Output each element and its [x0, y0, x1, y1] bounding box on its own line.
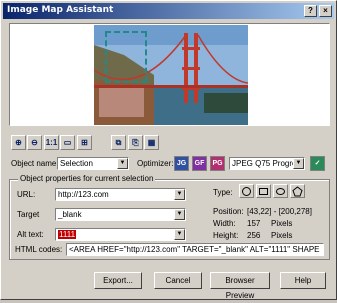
- url-label: URL:: [17, 190, 36, 199]
- width-label: Width:: [213, 219, 236, 228]
- polygon-shape-icon: [292, 186, 303, 197]
- width-value: 157: [247, 219, 261, 228]
- chevron-down-icon[interactable]: ▼: [117, 158, 128, 169]
- optimizer-value: JPEG Q75 Progre: [232, 159, 297, 168]
- position-value: [43,22] - [200,278]: [247, 207, 312, 216]
- help-button[interactable]: Help: [280, 272, 326, 289]
- fit-window-icon[interactable]: ▭: [60, 135, 75, 150]
- help-title-button[interactable]: ?: [304, 5, 317, 17]
- gif-optimizer-icon[interactable]: GF: [192, 156, 207, 171]
- shape-rect-button[interactable]: [256, 184, 271, 198]
- grid-icon[interactable]: ▦: [144, 135, 159, 150]
- circle-shape-icon: [242, 187, 251, 196]
- rectangle-shape-icon: [259, 188, 268, 195]
- target-value: _blank: [58, 210, 82, 219]
- html-codes-value: <AREA HREF="http://123.com" TARGET="_bla…: [69, 245, 320, 254]
- chevron-down-icon[interactable]: ▼: [174, 189, 185, 200]
- crop-icon[interactable]: ⊞: [77, 135, 92, 150]
- chevron-down-icon[interactable]: ▼: [293, 158, 304, 169]
- jpeg-optimizer-icon[interactable]: JG: [174, 156, 189, 171]
- close-button[interactable]: ×: [319, 5, 332, 17]
- window-title: Image Map Assistant: [7, 5, 114, 15]
- bridge-photo: [94, 25, 248, 125]
- alt-text-label: Alt text:: [17, 230, 44, 239]
- html-codes-label: HTML codes:: [15, 245, 63, 254]
- object-name-select[interactable]: Selection ▼: [57, 157, 129, 170]
- height-value: 256: [247, 231, 261, 240]
- shape-ellipse-button[interactable]: [273, 184, 288, 198]
- type-label: Type:: [213, 188, 233, 197]
- selection-area[interactable]: [105, 31, 147, 83]
- zoom-in-icon[interactable]: ⊕: [11, 135, 26, 150]
- url-input[interactable]: http://123.com ▼: [55, 188, 186, 201]
- height-unit: Pixels: [271, 231, 293, 240]
- url-value: http://123.com: [58, 190, 109, 199]
- copy-icon[interactable]: ⧉: [111, 135, 126, 150]
- png-optimizer-icon[interactable]: PG: [210, 156, 225, 171]
- browser-preview-button[interactable]: Browser Preview: [210, 272, 270, 300]
- export-button[interactable]: Export...: [94, 272, 142, 289]
- position-label: Position:: [213, 207, 244, 216]
- cancel-button[interactable]: Cancel: [154, 272, 202, 289]
- height-label: Height:: [213, 231, 239, 240]
- image-preview[interactable]: [9, 23, 330, 126]
- width-unit: Pixels: [271, 219, 293, 228]
- title-bar: Image Map Assistant ? ×: [3, 3, 334, 19]
- image-map-dialog: Image Map Assistant ? × ⊕ ⊖ 1:1 ▭ ⊞ ⧉ ⎘ …: [0, 0, 337, 300]
- group-title: Object properties for current selection: [18, 174, 156, 183]
- object-name-value: Selection: [60, 159, 93, 168]
- zoom-out-icon[interactable]: ⊖: [27, 135, 42, 150]
- html-codes-field[interactable]: <AREA HREF="http://123.com" TARGET="_bla…: [66, 243, 324, 256]
- chevron-down-icon[interactable]: ▼: [174, 209, 185, 220]
- actual-size-button[interactable]: 1:1: [44, 135, 59, 150]
- object-name-label: Object name:: [11, 159, 59, 168]
- shape-polygon-button[interactable]: [290, 184, 305, 198]
- target-label: Target: [17, 210, 40, 219]
- optimizer-select[interactable]: JPEG Q75 Progre ▼: [229, 157, 305, 170]
- ellipse-shape-icon: [276, 188, 285, 195]
- alt-text-value: 1111: [58, 230, 77, 239]
- shape-circle-button[interactable]: [239, 184, 254, 198]
- alt-text-input[interactable]: 1111 ▼: [55, 228, 186, 241]
- optimizer-label: Optimizer:: [137, 159, 174, 168]
- optimize-settings-icon[interactable]: ✓: [310, 156, 325, 171]
- chevron-down-icon[interactable]: ▼: [174, 229, 185, 240]
- paste-icon[interactable]: ⎘: [128, 135, 143, 150]
- target-select[interactable]: _blank ▼: [55, 208, 186, 221]
